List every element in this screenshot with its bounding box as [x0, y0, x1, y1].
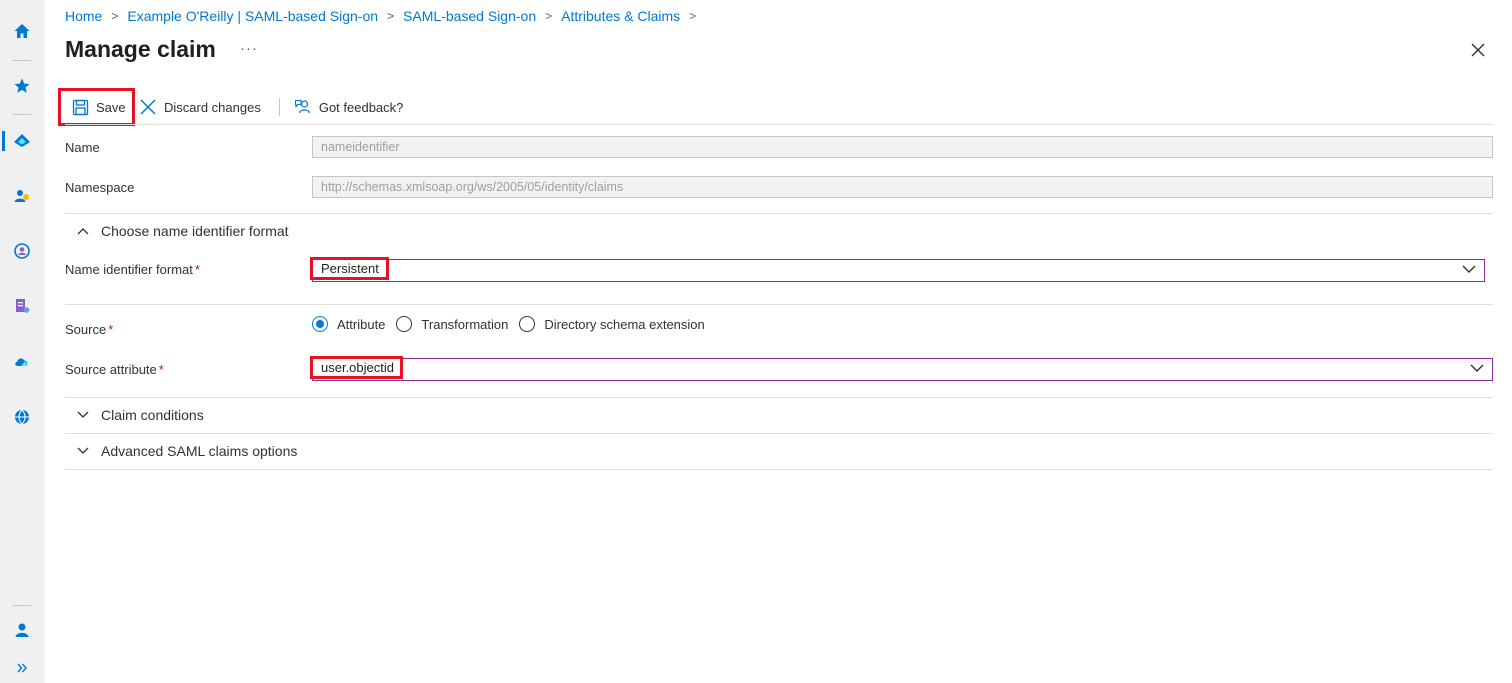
expand-icon[interactable] [12, 658, 32, 678]
user-account-icon[interactable] [12, 620, 32, 640]
name-field: nameidentifier [312, 136, 1493, 158]
source-radio-transformation-label: Transformation [421, 316, 509, 332]
namespace-label: Namespace [65, 180, 135, 195]
name-identifier-format-value: Persistent [310, 257, 389, 280]
users-icon[interactable] [12, 186, 32, 206]
source-radio-directory-label: Directory schema extension [544, 316, 705, 332]
section-conditions-title: Claim conditions [101, 407, 204, 423]
section-divider [65, 304, 1493, 305]
source-attr-label-text: Source attribute [65, 362, 157, 377]
section-format-title: Choose name identifier format [101, 223, 289, 239]
rail-divider [13, 60, 31, 61]
discard-changes-button[interactable]: Discard changes [135, 88, 271, 126]
section-advanced-title: Advanced SAML claims options [101, 443, 298, 459]
section-divider [65, 469, 1493, 470]
rail-divider [13, 114, 31, 115]
breadcrumb: Home > Example O'Reilly | SAML-based Sig… [65, 8, 705, 24]
radio-unchecked-icon [396, 316, 413, 332]
save-icon [72, 99, 89, 115]
close-button[interactable] [1468, 40, 1488, 60]
azure-ad-icon[interactable] [12, 131, 32, 151]
source-radio-directory-schema-extension[interactable]: Directory schema extension [519, 316, 705, 332]
section-divider [65, 433, 1493, 434]
chevron-down-icon [77, 411, 89, 418]
chevron-down-icon [77, 447, 89, 454]
name-identifier-format-label: Name identifier format * [65, 262, 200, 277]
source-attribute-dropdown[interactable]: user.objectid [310, 356, 1493, 381]
breadcrumb-separator: > [111, 9, 119, 23]
rail-active-indicator [2, 131, 5, 151]
source-radio-attribute-label: Attribute [337, 316, 386, 332]
source-radio-attribute[interactable]: Attribute [312, 316, 385, 332]
save-button[interactable]: Save [58, 88, 135, 126]
save-label: Save [96, 99, 126, 115]
close-icon [1471, 43, 1485, 57]
source-label: Source * [65, 322, 113, 337]
required-asterisk: * [194, 262, 200, 277]
breadcrumb-app[interactable]: Example O'Reilly | SAML-based Sign-on [127, 8, 378, 24]
required-asterisk: * [108, 322, 114, 337]
chevron-up-icon [77, 228, 89, 235]
breadcrumb-saml-sign-on[interactable]: SAML-based Sign-on [403, 8, 536, 24]
format-label-text: Name identifier format [65, 262, 193, 277]
toolbar: Save Discard changes Got feedback? [58, 88, 413, 126]
globe-icon[interactable] [12, 407, 32, 427]
claim-conditions-section-toggle[interactable]: Claim conditions [65, 407, 204, 423]
breadcrumb-separator: > [387, 9, 395, 23]
section-divider [65, 397, 1493, 398]
discard-label: Discard changes [164, 99, 261, 115]
left-rail [0, 0, 45, 683]
advanced-saml-options-section-toggle[interactable]: Advanced SAML claims options [65, 443, 297, 459]
rail-divider [13, 605, 31, 606]
chevron-down-icon [1470, 364, 1484, 372]
identity-governance-icon[interactable] [12, 241, 32, 261]
radio-checked-icon [312, 316, 328, 332]
name-identifier-format-section-toggle[interactable]: Choose name identifier format [65, 223, 289, 239]
more-options-button[interactable]: ··· [240, 40, 258, 57]
namespace-field: http://schemas.xmlsoap.org/ws/2005/05/id… [312, 176, 1493, 198]
feedback-button[interactable]: Got feedback? [288, 88, 414, 126]
cloud-icon[interactable] [12, 351, 32, 371]
breadcrumb-attributes-claims[interactable]: Attributes & Claims [561, 8, 680, 24]
breadcrumb-separator: > [689, 9, 697, 23]
source-radio-group: Attribute Transformation Directory schem… [312, 316, 716, 332]
radio-unchecked-icon [519, 316, 536, 332]
favorites-icon[interactable] [12, 76, 32, 96]
toolbar-divider [65, 124, 1493, 125]
section-divider [65, 213, 1493, 214]
page-title: Manage claim [65, 36, 216, 62]
name-label: Name [65, 140, 100, 155]
feedback-icon [294, 99, 310, 114]
source-radio-transformation[interactable]: Transformation [396, 316, 508, 332]
breadcrumb-separator: > [545, 9, 553, 23]
discard-icon [140, 99, 156, 115]
source-attribute-value: user.objectid [310, 356, 403, 379]
required-asterisk: * [158, 362, 164, 377]
toolbar-separator [278, 98, 280, 116]
source-label-text: Source [65, 322, 107, 337]
app-registration-icon[interactable] [12, 296, 32, 316]
source-attribute-label: Source attribute * [65, 362, 164, 377]
breadcrumb-home[interactable]: Home [65, 8, 102, 24]
name-identifier-format-dropdown[interactable]: Persistent [310, 257, 1485, 282]
feedback-label: Got feedback? [318, 99, 404, 115]
chevron-down-icon [1462, 265, 1476, 273]
home-icon[interactable] [12, 21, 32, 41]
